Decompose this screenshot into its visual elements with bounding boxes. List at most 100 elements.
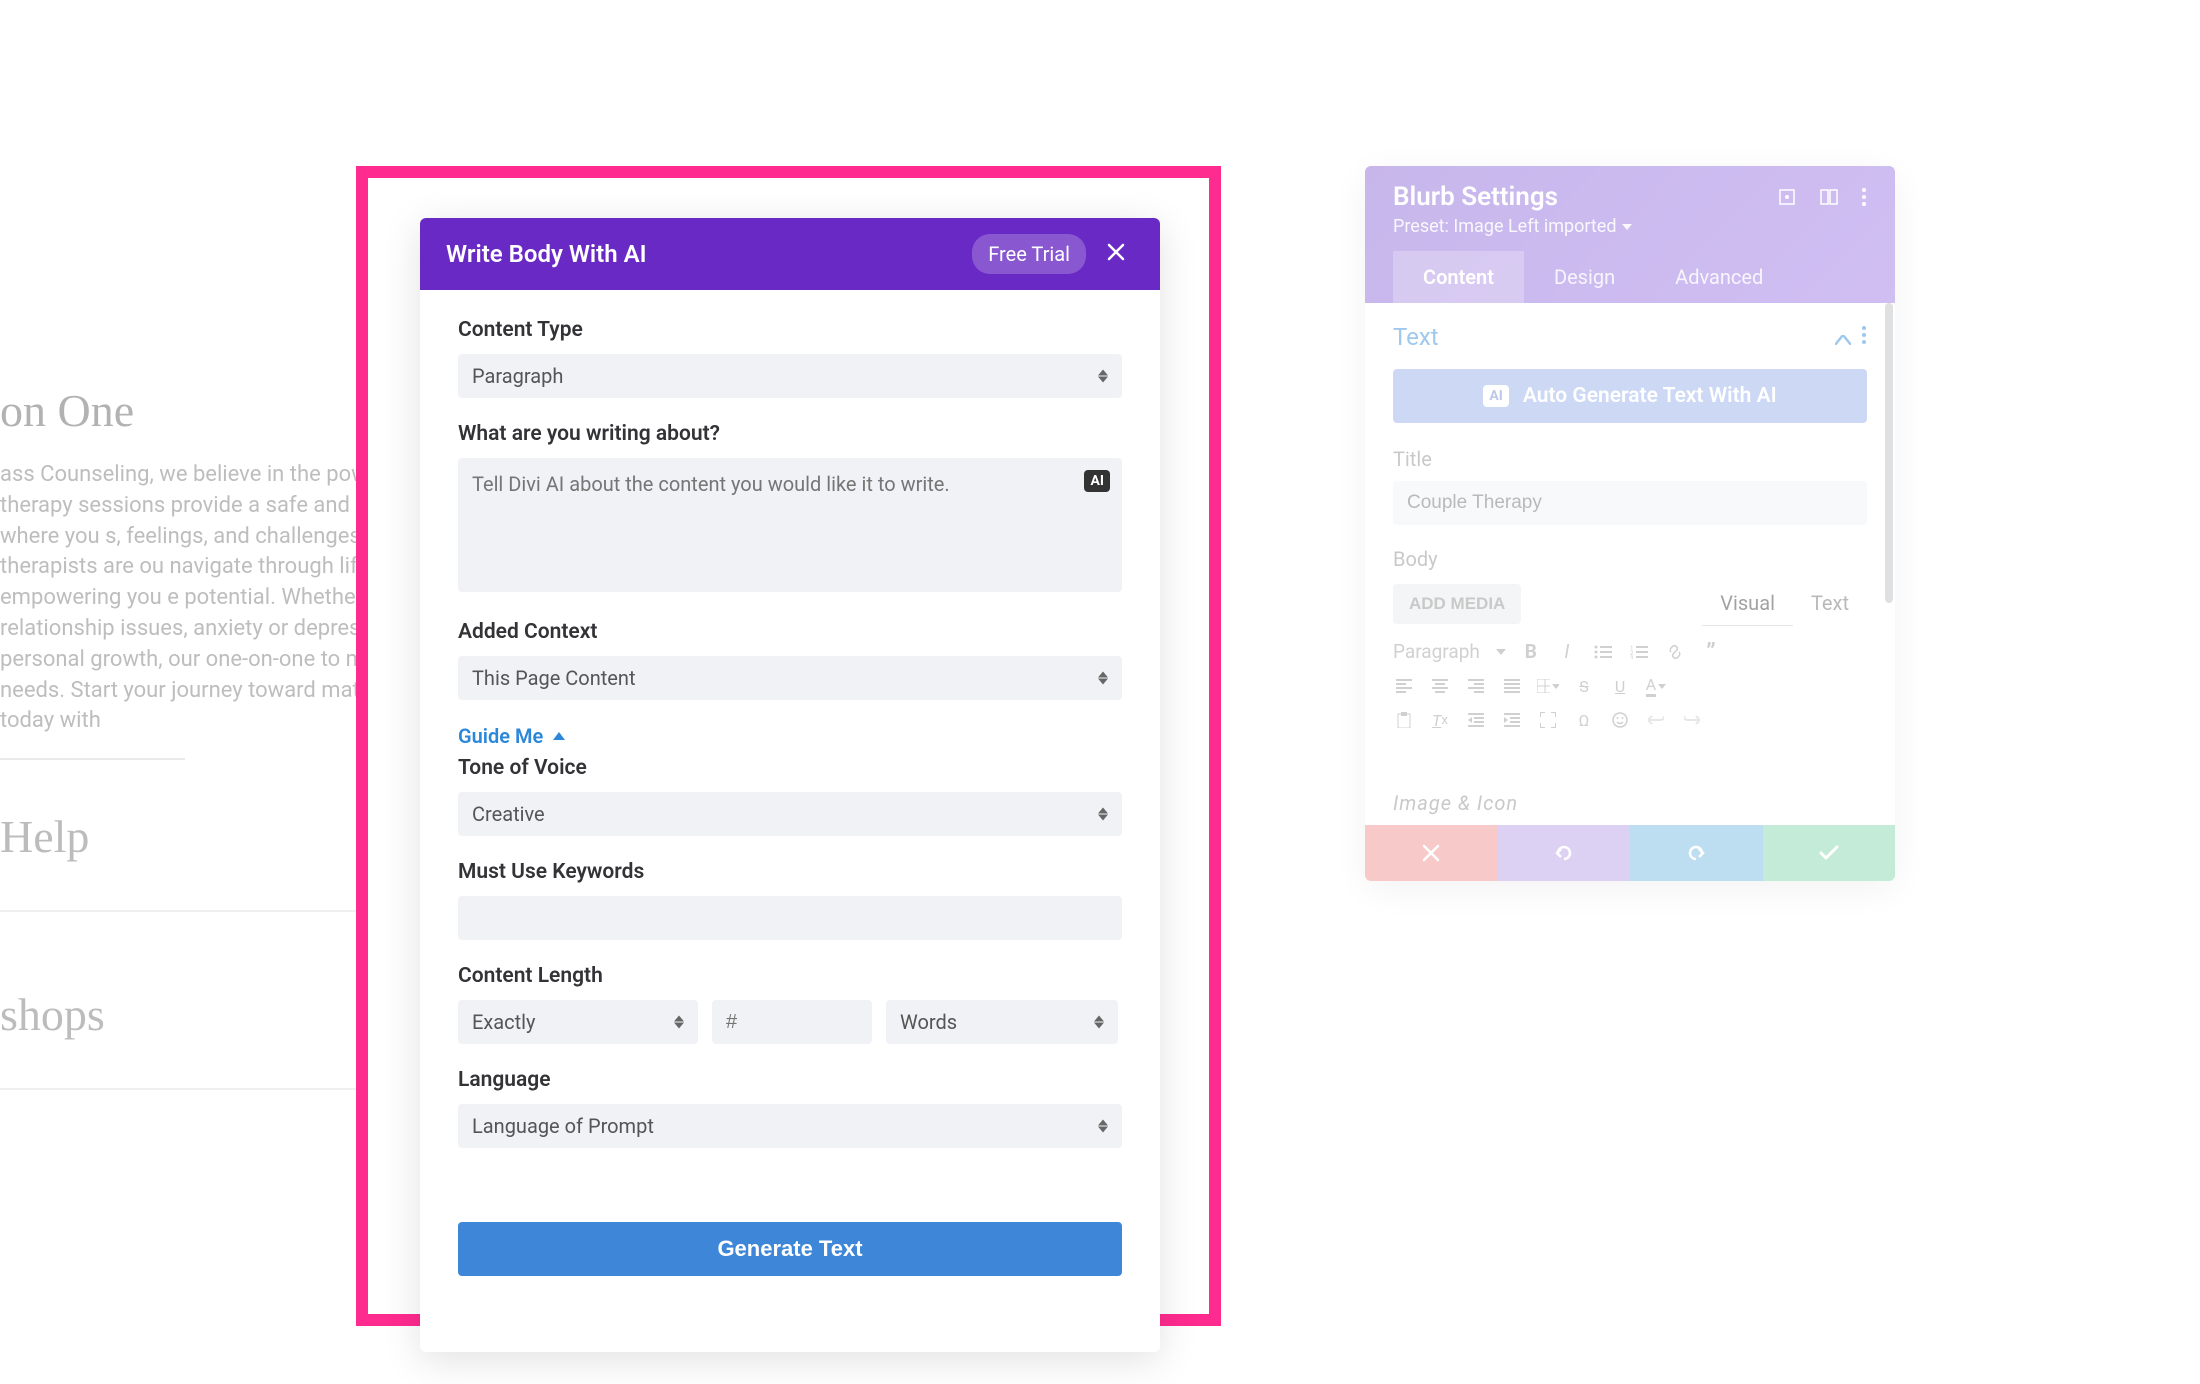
blurb-tabs: Content Design Advanced <box>1393 251 1867 303</box>
length-mode-select[interactable]: Exactly <box>458 1000 698 1044</box>
tab-advanced[interactable]: Advanced <box>1645 251 1793 303</box>
footer-save-button[interactable] <box>1763 825 1896 881</box>
tone-select[interactable]: Creative <box>458 792 1122 836</box>
blurb-settings-panel: Blurb Settings Preset: Image Left import… <box>1365 166 1895 881</box>
underline-icon[interactable]: U <box>1609 675 1631 697</box>
emoji-icon[interactable] <box>1609 709 1631 731</box>
add-media-button[interactable]: ADD MEDIA <box>1393 584 1521 624</box>
text-section-header[interactable]: Text <box>1393 323 1867 351</box>
content-type-value: Paragraph <box>472 364 563 388</box>
fullscreen-icon[interactable] <box>1537 709 1559 731</box>
writing-about-group: What are you writing about? AI <box>458 422 1122 596</box>
length-number-input[interactable] <box>712 1000 872 1044</box>
chevron-updown-icon <box>1098 370 1108 383</box>
chevron-updown-icon <box>1094 1016 1104 1029</box>
align-justify-icon[interactable] <box>1501 675 1523 697</box>
tone-group: Tone of Voice Creative <box>458 756 1122 836</box>
outdent-icon[interactable] <box>1465 709 1487 731</box>
content-length-group: Content Length Exactly Words <box>458 964 1122 1044</box>
kebab-icon[interactable] <box>1861 323 1867 351</box>
keywords-input[interactable] <box>458 896 1122 940</box>
redo-icon[interactable] <box>1681 709 1703 731</box>
preset-label[interactable]: Preset: Image Left imported <box>1393 216 1632 251</box>
paragraph-format-value: Paragraph <box>1393 640 1480 663</box>
chevron-down-icon <box>1622 224 1632 230</box>
editor-toolbar-row2: S U A <box>1393 675 1867 697</box>
tab-design[interactable]: Design <box>1524 251 1645 303</box>
generate-text-button[interactable]: Generate Text <box>458 1222 1122 1276</box>
content-length-label: Content Length <box>458 964 1122 988</box>
writing-about-label: What are you writing about? <box>458 422 1122 446</box>
length-unit-value: Words <box>900 1010 957 1034</box>
editor-toolbar: Paragraph B I 123 ” <box>1393 640 1867 663</box>
quote-icon[interactable]: ” <box>1700 641 1722 663</box>
bg-heading-shops: shops <box>0 988 105 1041</box>
italic-icon[interactable]: I <box>1556 641 1578 663</box>
chevron-updown-icon <box>674 1016 684 1029</box>
ai-badge-icon[interactable]: AI <box>1084 470 1110 492</box>
check-icon <box>1819 845 1839 861</box>
bold-icon[interactable]: B <box>1520 641 1542 663</box>
link-icon[interactable] <box>1664 641 1686 663</box>
columns-icon[interactable] <box>1819 187 1839 207</box>
image-icon-section-label: Image & Icon <box>1393 791 1867 815</box>
chevron-up-icon <box>553 728 565 744</box>
tone-value: Creative <box>472 802 545 826</box>
undo-icon <box>1554 843 1574 863</box>
editor-tab-text[interactable]: Text <box>1793 581 1867 626</box>
added-context-value: This Page Content <box>472 666 636 690</box>
paragraph-format-select[interactable]: Paragraph <box>1393 640 1506 663</box>
kebab-icon[interactable] <box>1861 187 1867 207</box>
length-unit-select[interactable]: Words <box>886 1000 1118 1044</box>
indent-icon[interactable] <box>1501 709 1523 731</box>
keywords-label: Must Use Keywords <box>458 860 1122 884</box>
chevron-updown-icon <box>1098 672 1108 685</box>
blurb-footer <box>1365 825 1895 881</box>
blurb-body: Text AI Auto Generate Text With AI Title… <box>1365 303 1895 825</box>
free-trial-badge[interactable]: Free Trial <box>972 234 1086 274</box>
scrollbar[interactable] <box>1885 303 1893 603</box>
clear-format-icon[interactable]: Tx <box>1429 709 1451 731</box>
guide-me-label: Guide Me <box>458 724 543 748</box>
blurb-title: Blurb Settings <box>1393 182 1777 212</box>
align-center-icon[interactable] <box>1429 675 1451 697</box>
align-left-icon[interactable] <box>1393 675 1415 697</box>
footer-close-button[interactable] <box>1365 825 1498 881</box>
tab-content[interactable]: Content <box>1393 251 1524 303</box>
body-label: Body <box>1393 547 1867 571</box>
numbered-list-icon[interactable]: 123 <box>1628 641 1650 663</box>
close-icon[interactable] <box>1098 235 1134 273</box>
content-type-group: Content Type Paragraph <box>458 318 1122 398</box>
bullet-list-icon[interactable] <box>1592 641 1614 663</box>
length-mode-value: Exactly <box>472 1010 536 1034</box>
chevron-up-icon[interactable] <box>1835 323 1851 351</box>
expand-icon[interactable] <box>1777 187 1797 207</box>
align-right-icon[interactable] <box>1465 675 1487 697</box>
footer-redo-button[interactable] <box>1630 825 1763 881</box>
title-input[interactable] <box>1393 481 1867 525</box>
chevron-updown-icon <box>1098 808 1108 821</box>
added-context-select[interactable]: This Page Content <box>458 656 1122 700</box>
undo-icon[interactable] <box>1645 709 1667 731</box>
ai-modal-body: Content Type Paragraph What are you writ… <box>420 290 1160 1182</box>
keywords-group: Must Use Keywords <box>458 860 1122 940</box>
strikethrough-icon[interactable]: S <box>1573 675 1595 697</box>
language-label: Language <box>458 1068 1122 1092</box>
language-select[interactable]: Language of Prompt <box>458 1104 1122 1148</box>
redo-icon <box>1686 843 1706 863</box>
ai-modal-title: Write Body With AI <box>446 240 972 268</box>
table-icon[interactable] <box>1537 675 1559 697</box>
write-body-ai-modal: Write Body With AI Free Trial Content Ty… <box>420 218 1160 1352</box>
added-context-label: Added Context <box>458 620 1122 644</box>
paste-text-icon[interactable] <box>1393 709 1415 731</box>
editor-tab-visual[interactable]: Visual <box>1702 581 1793 626</box>
content-type-select[interactable]: Paragraph <box>458 354 1122 398</box>
omega-icon[interactable]: Ω <box>1573 709 1595 731</box>
content-type-label: Content Type <box>458 318 1122 342</box>
text-color-icon[interactable]: A <box>1645 675 1667 697</box>
writing-about-textarea[interactable] <box>458 458 1122 592</box>
title-label: Title <box>1393 447 1867 471</box>
footer-undo-button[interactable] <box>1498 825 1631 881</box>
guide-me-link[interactable]: Guide Me <box>458 724 565 748</box>
auto-generate-text-button[interactable]: AI Auto Generate Text With AI <box>1393 369 1867 423</box>
